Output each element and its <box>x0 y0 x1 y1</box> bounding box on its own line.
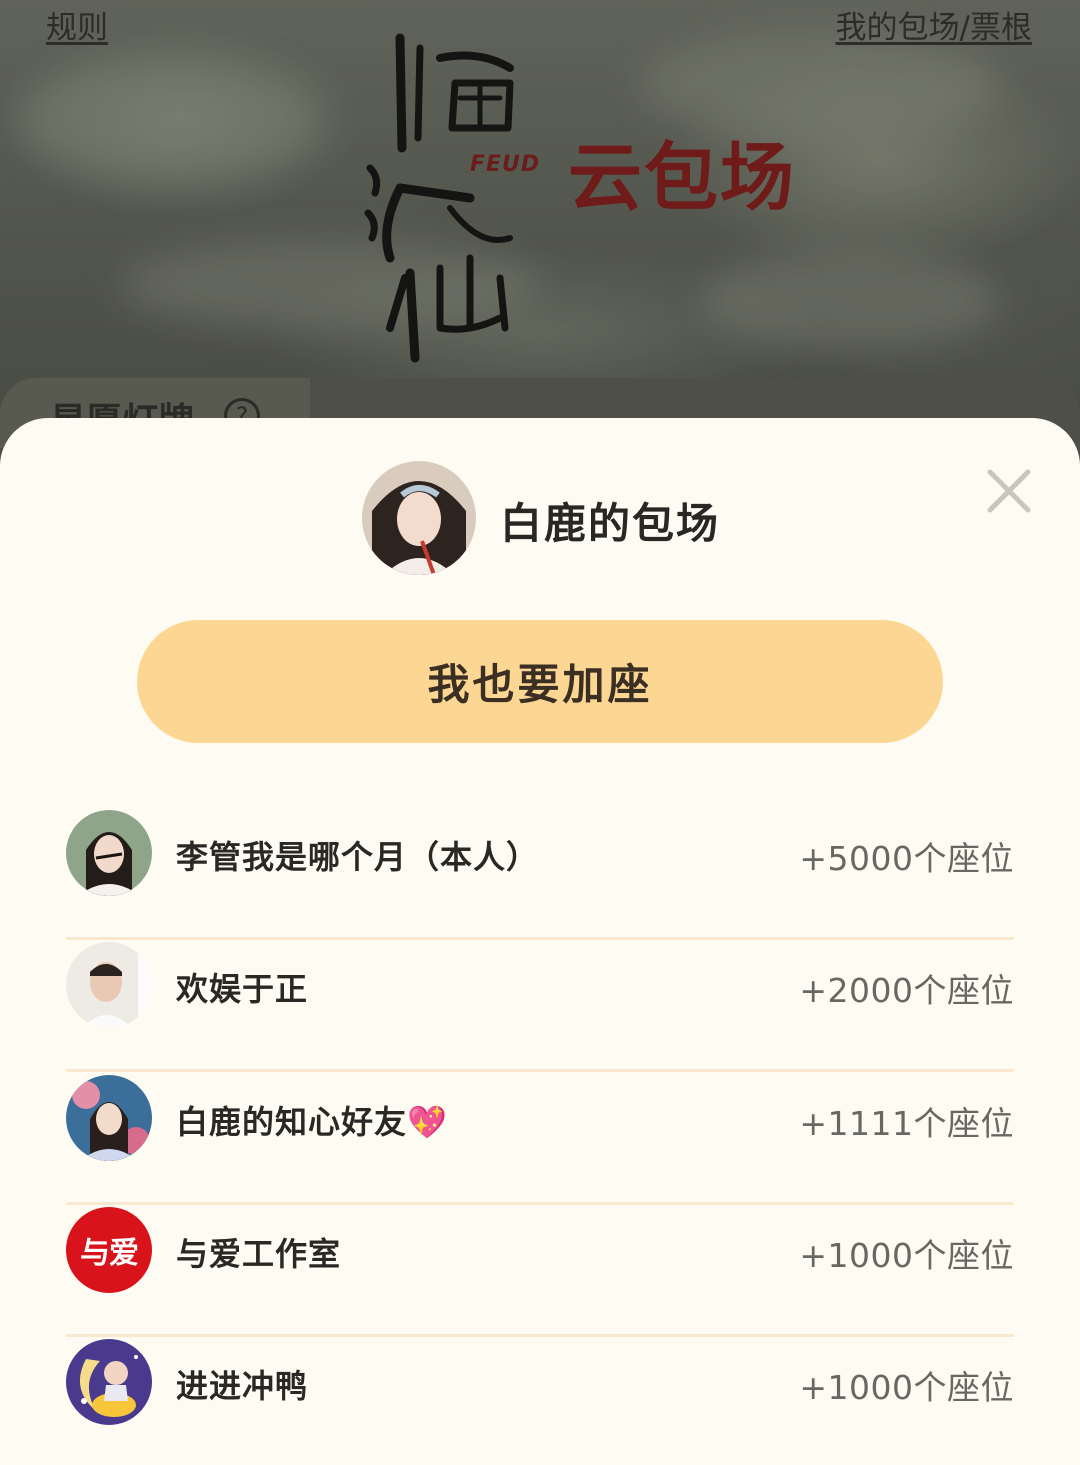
close-icon[interactable] <box>982 464 1036 518</box>
user-name: 李管我是哪个月（本人） <box>176 838 540 876</box>
show-title-logo <box>364 33 514 363</box>
list-item[interactable]: 欢娱于正 +2000个座位 <box>66 940 1014 1072</box>
my-sessions-link[interactable]: 我的包场/票根 <box>836 2 1032 47</box>
sparkle-heart-icon: 💖 <box>407 1103 448 1141</box>
user-avatar <box>66 942 152 1028</box>
seat-count: +1111个座位 <box>799 1104 1014 1143</box>
feud-logo-text: FEUD <box>470 152 541 177</box>
seat-count: +1000个座位 <box>799 1368 1014 1407</box>
join-seat-button[interactable]: 我也要加座 <box>137 620 943 743</box>
rules-link[interactable]: 规则 <box>46 2 108 47</box>
host-session-title: 白鹿的包场 <box>500 499 721 548</box>
studio-logo-avatar: 与爱 <box>66 1207 152 1293</box>
list-item[interactable]: 李管我是哪个月（本人） +5000个座位 <box>66 808 1014 940</box>
list-item[interactable]: 白鹿的知心好友💖 +1111个座位 <box>66 1073 1014 1205</box>
cloud-session-title: 云包场 <box>568 135 796 221</box>
seat-count: +1000个座位 <box>799 1236 1014 1275</box>
user-name: 与爱工作室 <box>176 1235 342 1273</box>
user-avatar <box>66 810 152 896</box>
host-avatar <box>362 461 476 575</box>
seat-count: +5000个座位 <box>799 839 1014 878</box>
user-name: 欢娱于正 <box>176 970 309 1008</box>
user-name-text: 白鹿的知心好友 <box>176 1103 408 1141</box>
user-avatar <box>66 1339 152 1425</box>
user-avatar <box>66 1075 152 1161</box>
list-item[interactable]: 与爱 与爱工作室 +1000个座位 <box>66 1205 1014 1337</box>
seat-count: +2000个座位 <box>799 971 1014 1010</box>
studio-logo-text: 与爱 <box>80 1236 139 1271</box>
user-name: 进进冲鸭 <box>176 1367 309 1405</box>
list-item[interactable]: 进进冲鸭 +1000个座位 <box>66 1337 1014 1465</box>
user-name: 白鹿的知心好友💖 <box>176 1097 448 1143</box>
